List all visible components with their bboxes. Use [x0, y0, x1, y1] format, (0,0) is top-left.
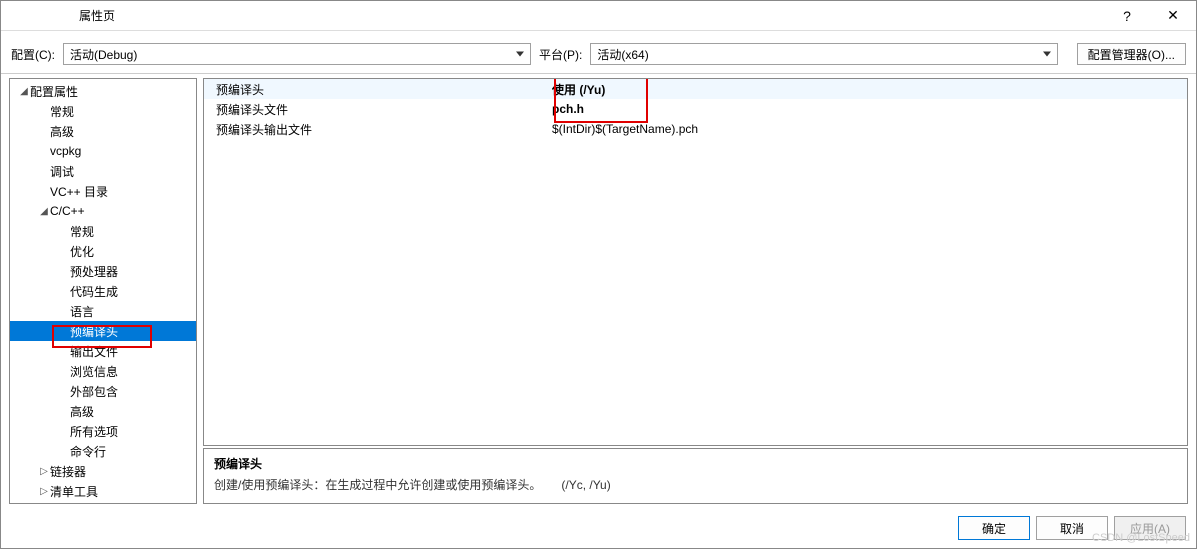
titlebar: 属性页 ? ✕ — [1, 1, 1196, 31]
window-title: 属性页 — [79, 7, 115, 24]
help-button[interactable]: ? — [1104, 1, 1150, 31]
tree-label: 输出文件 — [70, 343, 118, 360]
desc-text: 创建/使用预编译头：在生成过程中允许创建或使用预编译头。 (/Yc, /Yu) — [214, 476, 1177, 493]
caret-down-icon: ◢ — [38, 206, 50, 217]
tree-item-cpp-language[interactable]: 语言 — [10, 301, 196, 321]
tree-label: 调试 — [50, 163, 74, 180]
tree-item-cpp-browse[interactable]: 浏览信息 — [10, 361, 196, 381]
desc-flags: (/Yc, /Yu) — [561, 478, 610, 492]
platform-value: 活动(x64) — [597, 46, 648, 63]
prop-row-pch-output[interactable]: 预编译头输出文件 $(IntDir)$(TargetName).pch — [204, 119, 1187, 139]
config-dropdown[interactable]: 活动(Debug) — [63, 43, 531, 65]
config-manager-button[interactable]: 配置管理器(O)... — [1077, 43, 1186, 65]
ok-button[interactable]: 确定 — [958, 516, 1030, 540]
tree-label: 所有选项 — [70, 423, 118, 440]
tree-item-cpp-cmdline[interactable]: 命令行 — [10, 441, 196, 461]
tree-item-cpp-optimize[interactable]: 优化 — [10, 241, 196, 261]
tree-label: 常规 — [50, 103, 74, 120]
tree-item-vcpkg[interactable]: vcpkg — [10, 141, 196, 161]
close-button[interactable]: ✕ — [1150, 1, 1196, 31]
tree-label: 优化 — [70, 243, 94, 260]
caret-right-icon: ▷ — [38, 486, 50, 497]
footer: 确定 取消 应用(A) — [1, 508, 1196, 548]
prop-name: 预编译头文件 — [204, 101, 548, 118]
tree-label: 浏览信息 — [70, 363, 118, 380]
prop-value[interactable]: $(IntDir)$(TargetName).pch — [548, 122, 1187, 136]
cancel-button[interactable]: 取消 — [1036, 516, 1108, 540]
tree-item-cpp-all[interactable]: 所有选项 — [10, 421, 196, 441]
config-value: 活动(Debug) — [70, 46, 137, 63]
prop-value[interactable]: 使用 (/Yu) — [548, 81, 1187, 98]
desc-title: 预编译头 — [214, 455, 1177, 472]
tree-label: 常规 — [70, 223, 94, 240]
tree-label: vcpkg — [50, 144, 81, 158]
tree-label: 代码生成 — [70, 283, 118, 300]
prop-name: 预编译头输出文件 — [204, 121, 548, 138]
prop-row-pch[interactable]: 预编译头 使用 (/Yu) — [204, 79, 1187, 99]
platform-dropdown[interactable]: 活动(x64) — [590, 43, 1058, 65]
tree-item-linker[interactable]: ▷链接器 — [10, 461, 196, 481]
tree-label: 外部包含 — [70, 383, 118, 400]
tree-item-cpp-external[interactable]: 外部包含 — [10, 381, 196, 401]
tree-item-vcdirs[interactable]: VC++ 目录 — [10, 181, 196, 201]
tree-label: C/C++ — [50, 204, 85, 218]
tree-item-manifest[interactable]: ▷清单工具 — [10, 481, 196, 501]
apply-button[interactable]: 应用(A) — [1114, 516, 1186, 540]
tree-item-cpp-output[interactable]: 输出文件 — [10, 341, 196, 361]
property-pages-dialog: 属性页 ? ✕ 配置(C): 活动(Debug) 平台(P): 活动(x64) … — [0, 0, 1197, 549]
desc-body: 创建/使用预编译头：在生成过程中允许创建或使用预编译头。 — [214, 478, 541, 492]
tree-label: 高级 — [50, 123, 74, 140]
tree-label: 预处理器 — [70, 263, 118, 280]
tree-label: 配置属性 — [30, 83, 78, 100]
tree-item-cpp-preprocessor[interactable]: 预处理器 — [10, 261, 196, 281]
tree-label: VC++ 目录 — [50, 183, 108, 200]
tree-item-general[interactable]: 常规 — [10, 101, 196, 121]
config-row: 配置(C): 活动(Debug) 平台(P): 活动(x64) 配置管理器(O)… — [1, 31, 1196, 73]
tree-label: 语言 — [70, 303, 94, 320]
tree-root-config-props[interactable]: ◢ 配置属性 — [10, 81, 196, 101]
description-panel: 预编译头 创建/使用预编译头：在生成过程中允许创建或使用预编译头。 (/Yc, … — [203, 448, 1188, 504]
prop-value[interactable]: pch.h — [548, 102, 1187, 116]
tree: ◢ 配置属性 常规 高级 vcpkg 调试 VC++ 目录 ◢C/C++ 常规 … — [10, 79, 196, 503]
tree-label: 命令行 — [70, 443, 106, 460]
tree-item-advanced[interactable]: 高级 — [10, 121, 196, 141]
caret-right-icon: ▷ — [38, 466, 50, 477]
tree-label: 高级 — [70, 403, 94, 420]
tree-item-cpp-pch[interactable]: 预编译头 — [10, 321, 196, 341]
tree-item-cpp-general[interactable]: 常规 — [10, 221, 196, 241]
tree-item-debug[interactable]: 调试 — [10, 161, 196, 181]
tree-item-cpp[interactable]: ◢C/C++ — [10, 201, 196, 221]
tree-item-cpp-codegen[interactable]: 代码生成 — [10, 281, 196, 301]
prop-name: 预编译头 — [204, 81, 548, 98]
tree-sidebar[interactable]: ◢ 配置属性 常规 高级 vcpkg 调试 VC++ 目录 ◢C/C++ 常规 … — [9, 78, 197, 504]
prop-row-pch-file[interactable]: 预编译头文件 pch.h — [204, 99, 1187, 119]
platform-label: 平台(P): — [539, 46, 582, 63]
main-area: ◢ 配置属性 常规 高级 vcpkg 调试 VC++ 目录 ◢C/C++ 常规 … — [1, 73, 1196, 508]
property-grid[interactable]: 预编译头 使用 (/Yu) 预编译头文件 pch.h 预编译头输出文件 $(In… — [203, 78, 1188, 446]
caret-down-icon: ◢ — [18, 86, 30, 97]
tree-label: 清单工具 — [50, 483, 98, 500]
config-label: 配置(C): — [11, 46, 55, 63]
tree-label: 预编译头 — [70, 323, 118, 340]
titlebar-buttons: ? ✕ — [1104, 1, 1196, 31]
content-area: 预编译头 使用 (/Yu) 预编译头文件 pch.h 预编译头输出文件 $(In… — [203, 78, 1188, 504]
tree-label: 链接器 — [50, 463, 86, 480]
tree-item-cpp-advanced[interactable]: 高级 — [10, 401, 196, 421]
